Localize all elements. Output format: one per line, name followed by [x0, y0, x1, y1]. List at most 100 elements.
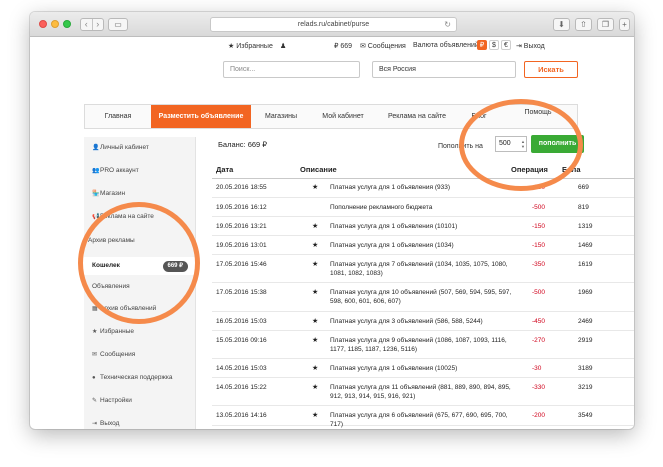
screenshot-stage: ‹ › ▭ relads.ru/cabinet/purse ↻ ⬇ ⇧ ❐ + … — [0, 0, 663, 467]
currency-eur-button[interactable]: € — [501, 40, 511, 50]
sidebar-item-label: Выход — [100, 420, 120, 427]
row-balance: 819 — [578, 204, 589, 211]
sidebar-item-label: Избранные — [100, 328, 134, 335]
favorites-link[interactable]: ★ Избранные — [228, 42, 273, 50]
tab-advertising[interactable]: Реклама на сайте — [375, 105, 459, 128]
row-operation: -350 — [532, 261, 546, 268]
star-icon: ★ — [312, 412, 319, 419]
row-date: 17.05.2016 15:46 — [216, 261, 267, 268]
sidebar-item-label: Техническая поддержка — [100, 374, 173, 381]
sidebar-item-shop[interactable]: 🏪Магазин — [92, 190, 125, 197]
star-icon: ★ — [92, 329, 98, 335]
region-select[interactable]: Вся Россия — [372, 61, 516, 78]
star-icon: ★ — [312, 337, 319, 344]
sidebar-item-logout[interactable]: ⇥ Выход — [92, 420, 119, 427]
row-balance: 1969 — [578, 289, 593, 296]
tab-my-cabinet[interactable]: Мой кабинет — [311, 105, 375, 128]
forward-icon[interactable]: › — [91, 19, 104, 30]
column-header-description: Описание — [300, 165, 337, 174]
back-icon[interactable]: ‹ — [81, 19, 92, 30]
sidebar-item-messages[interactable]: ✉ Сообщения — [92, 351, 135, 358]
row-balance: 669 — [578, 184, 589, 191]
sidebar-item-settings[interactable]: ✎ Настройки — [92, 397, 132, 404]
user-icon[interactable]: ♟ — [280, 42, 286, 50]
row-date: 16.05.2016 15:03 — [216, 318, 267, 325]
user-icon: 👤 — [92, 145, 100, 151]
highlight-circle-wallet — [78, 202, 200, 324]
envelope-icon: ✉ — [92, 352, 98, 358]
row-description: Платная услуга для 7 объявлений (1034, 1… — [330, 261, 508, 277]
sidebar-item-label: PRO аккаунт — [100, 167, 139, 174]
tabs-icon[interactable]: ❐ — [597, 18, 614, 31]
row-balance: 3189 — [578, 365, 593, 372]
row-balance: 2919 — [578, 337, 593, 344]
browser-titlebar: ‹ › ▭ relads.ru/cabinet/purse ↻ ⬇ ⇧ ❐ + — [30, 12, 634, 37]
share-icon[interactable]: ⇧ — [575, 18, 592, 31]
tab-home[interactable]: Главная — [85, 105, 151, 128]
row-operation: -30 — [532, 365, 542, 372]
sidebar-item-favorites[interactable]: ★ Избранные — [92, 328, 134, 335]
row-description: Платная услуга для 3 объявлений (586, 58… — [330, 318, 483, 325]
row-date: 19.05.2016 13:21 — [216, 223, 267, 230]
row-operation: -500 — [532, 289, 546, 296]
row-date: 17.05.2016 15:38 — [216, 289, 267, 296]
search-button[interactable]: Искать — [524, 61, 578, 78]
balance-link[interactable]: ₽ 669 — [334, 42, 352, 50]
close-window-button[interactable] — [39, 20, 47, 28]
currency-label: Валюта объявлений: — [413, 42, 481, 49]
currency-usd-button[interactable]: $ — [489, 40, 499, 50]
row-date: 13.05.2016 14:16 — [216, 412, 267, 419]
sidebar-item-support[interactable]: ● Техническая поддержка — [92, 374, 172, 381]
messages-link[interactable]: ✉ Сообщения — [360, 42, 406, 50]
row-date: 19.05.2016 13:01 — [216, 242, 267, 249]
row-operation: -450 — [532, 318, 546, 325]
row-date: 14.05.2016 15:03 — [216, 365, 267, 372]
star-icon: ★ — [312, 223, 319, 230]
row-description: Платная услуга для 1 объявления (1034) — [330, 242, 454, 249]
add-tab-icon[interactable]: + — [619, 18, 630, 31]
table-row: 20.05.2016 18:55 ★ Платная услуга для 1 об… — [212, 178, 634, 198]
currency-switch: ₽ $ € — [475, 40, 511, 50]
table-row: 17.05.2016 15:46 ★ Платная услуга для 7 об… — [212, 255, 634, 283]
row-date: 19.05.2016 16:12 — [216, 204, 267, 211]
wrench-icon: ✎ — [92, 398, 98, 404]
row-operation: -150 — [532, 242, 546, 249]
row-operation: -500 — [532, 204, 546, 211]
row-balance: 3549 — [578, 412, 593, 419]
star-icon: ★ — [312, 365, 319, 372]
support-icon: ● — [92, 375, 96, 381]
tab-shops[interactable]: Магазины — [251, 105, 311, 128]
row-description: Платная услуга для 6 объявлений (675, 67… — [330, 412, 508, 428]
row-description: Пополнение рекламного бюджета — [330, 204, 433, 211]
tab-post-ad[interactable]: Разместить объявление — [151, 105, 251, 128]
sidebar-item-label: Магазин — [100, 190, 126, 197]
table-row: 19.05.2016 13:01 ★ Платная услуга для 1 об… — [212, 236, 634, 255]
star-icon: ★ — [312, 184, 319, 191]
sidebar-toggle-icon[interactable]: ▭ — [108, 18, 128, 31]
table-row: 16.05.2016 15:03 ★ Платная услуга для 3 об… — [212, 312, 634, 331]
shop-icon: 🏪 — [92, 191, 100, 197]
reload-icon[interactable]: ↻ — [444, 18, 451, 31]
row-description: Платная услуга для 10 объявлений (507, 5… — [330, 289, 512, 305]
minimize-window-button[interactable] — [51, 20, 59, 28]
sidebar-item-cabinet[interactable]: 👤Личный кабинет — [92, 144, 149, 151]
download-icon[interactable]: ⬇ — [553, 18, 570, 31]
zoom-window-button[interactable] — [63, 20, 71, 28]
currency-rub-button[interactable]: ₽ — [477, 40, 487, 50]
table-row: 13.05.2016 14:16 ★ Платная услуга для 6 об… — [212, 406, 634, 428]
row-date: 15.05.2016 09:16 — [216, 337, 267, 344]
row-balance: 2469 — [578, 318, 593, 325]
sidebar-item-label: Сообщения — [100, 351, 136, 358]
row-description: Платная услуга для 1 объявления (10101) — [330, 223, 458, 230]
users-icon: 👥 — [92, 168, 100, 174]
table-row: 14.05.2016 15:03 ★ Платная услуга для 1 об… — [212, 359, 634, 378]
row-balance: 1319 — [578, 223, 593, 230]
logout-link[interactable]: ⇥ Выход — [516, 42, 545, 50]
sidebar-item-label: Настройки — [100, 397, 132, 404]
address-bar[interactable]: relads.ru/cabinet/purse ↻ — [210, 17, 457, 32]
sidebar-item-pro[interactable]: 👥PRO аккаунт — [92, 167, 139, 174]
row-operation: -150 — [532, 223, 546, 230]
highlight-circle-topup — [459, 99, 583, 191]
table-row: 19.05.2016 16:12 Пополнение рекламного бю… — [212, 198, 634, 217]
search-input[interactable]: Поиск... — [223, 61, 360, 78]
